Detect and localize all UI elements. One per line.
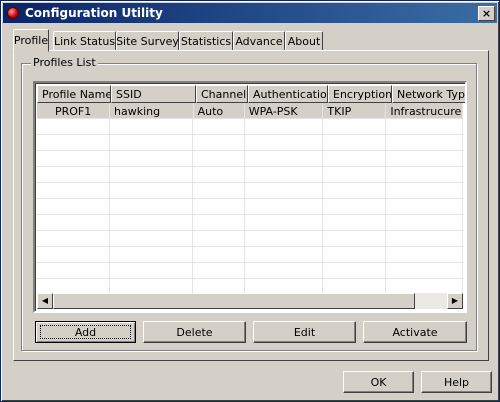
tab-link-status[interactable]: Link Status [53, 31, 116, 51]
profile-tab-panel [13, 50, 489, 361]
tab-about[interactable]: About [285, 31, 323, 51]
tab-site-survey[interactable]: Site Survey [116, 31, 179, 51]
configuration-window: Configuration Utility × Profile Link Sta… [0, 0, 500, 402]
window-title: Configuration Utility [25, 6, 163, 20]
tab-profile[interactable]: Profile [13, 29, 49, 52]
app-icon [7, 7, 19, 19]
tab-statistics[interactable]: Statistics [179, 31, 233, 51]
close-icon: × [481, 6, 492, 20]
ok-button[interactable]: OK [343, 371, 414, 393]
tab-advance[interactable]: Advance [233, 31, 285, 51]
help-button[interactable]: Help [421, 371, 492, 393]
close-button[interactable]: × [478, 5, 495, 21]
title-bar[interactable]: Configuration Utility × [3, 3, 497, 23]
